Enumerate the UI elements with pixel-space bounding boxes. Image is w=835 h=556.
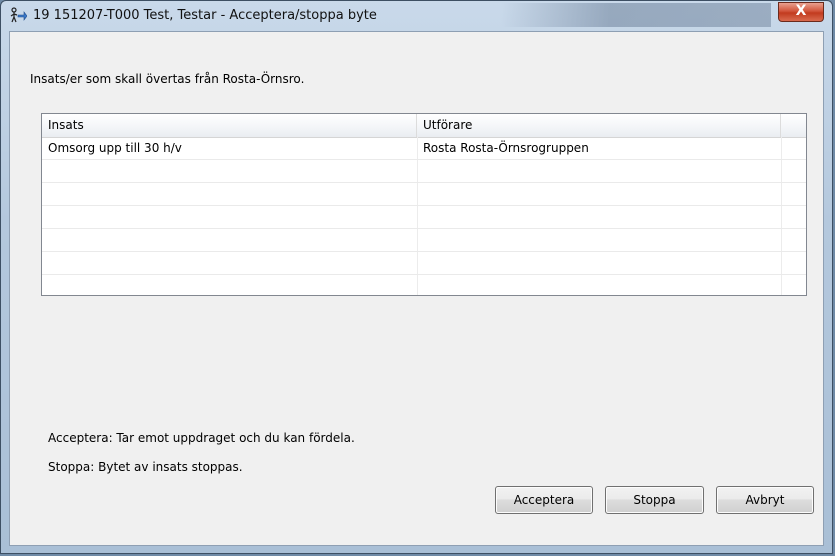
table-row-empty[interactable] xyxy=(42,206,806,229)
close-icon: X xyxy=(795,3,807,19)
table-row-empty[interactable] xyxy=(42,252,806,275)
dialog-heading: Insats/er som skall övertas från Rosta-Ö… xyxy=(30,72,305,86)
title-bar[interactable]: 19 151207-T000 Test, Testar - Acceptera/… xyxy=(1,1,832,31)
table-row-empty[interactable] xyxy=(42,160,806,183)
cell-insats: Omsorg upp till 30 h/v xyxy=(48,141,182,155)
cell-utforare: Rosta Rosta-Örnsrogruppen xyxy=(423,141,589,155)
person-transfer-icon xyxy=(9,7,28,25)
stop-explanation: Stoppa: Bytet av insats stoppas. xyxy=(48,460,243,474)
column-header-insats[interactable]: Insats xyxy=(42,114,417,137)
table-row-empty[interactable] xyxy=(42,275,806,295)
table-row-empty[interactable] xyxy=(42,183,806,206)
stop-button[interactable]: Stoppa xyxy=(605,486,704,514)
table-header: Insats Utförare xyxy=(42,114,806,138)
table-row[interactable]: Omsorg upp till 30 h/v Rosta Rosta-Örnsr… xyxy=(42,137,806,160)
accept-explanation: Acceptera: Tar emot uppdraget och du kan… xyxy=(48,431,355,445)
cancel-button[interactable]: Avbryt xyxy=(716,486,814,514)
close-button[interactable]: X xyxy=(778,2,824,22)
column-header-utforare[interactable]: Utförare xyxy=(417,114,781,137)
table-row-empty[interactable] xyxy=(42,229,806,252)
accept-button[interactable]: Acceptera xyxy=(495,486,593,514)
title-bar-glass xyxy=(501,3,771,27)
insats-table[interactable]: Insats Utförare Omsorg upp till 30 h/v R… xyxy=(41,113,807,296)
window-title: 19 151207-T000 Test, Testar - Acceptera/… xyxy=(33,8,377,23)
